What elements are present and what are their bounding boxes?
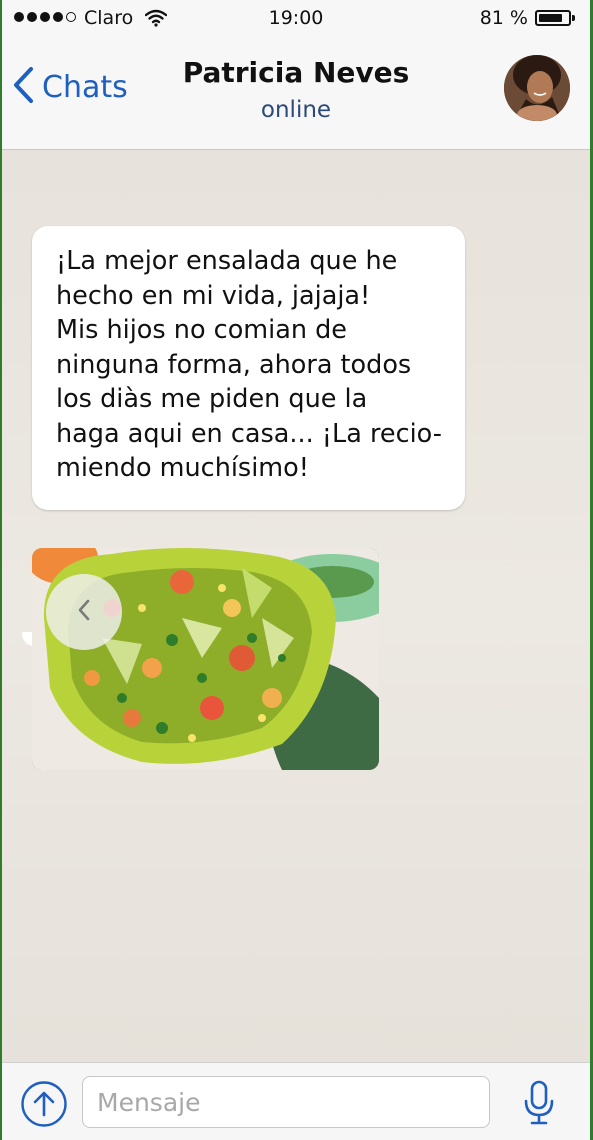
- battery-cap: [572, 15, 575, 21]
- battery-percentage: 81 %: [479, 7, 528, 29]
- battery-level-fill: [539, 14, 562, 22]
- arrow-up-circle-icon: [20, 1081, 68, 1132]
- microphone-icon: [522, 1080, 556, 1131]
- battery-icon: [535, 10, 571, 26]
- chevron-left-icon: [77, 598, 91, 626]
- contact-status: online: [260, 97, 332, 123]
- contact-name[interactable]: Patricia Neves: [2, 56, 590, 89]
- conversation-area[interactable]: ¡La mejor ensalada que he hecho en mi vi…: [2, 150, 590, 1062]
- phone-screen: Claro 19:00 81 % Chats Patricia Neves on…: [0, 0, 593, 1140]
- message-text-line: miendo muchísimo!: [56, 453, 309, 483]
- message-text-line: haga aqui en casa... ¡La recio-: [56, 418, 442, 449]
- attach-button[interactable]: [20, 1080, 68, 1128]
- chat-header: Chats Patricia Neves online: [2, 38, 590, 150]
- message-composer: [2, 1062, 590, 1140]
- image-previous-button[interactable]: [46, 574, 122, 650]
- message-text-line: ¡La mejor ensalada que he: [56, 246, 398, 276]
- status-bar: Claro 19:00 81 %: [2, 0, 590, 38]
- message-text-line: hecho en mi vida, jajaja!: [56, 280, 371, 311]
- message-bubble[interactable]: ¡La mejor ensalada que he hecho en mi vi…: [32, 226, 465, 510]
- message-text-line: Mis hijos no comian de: [56, 315, 347, 345]
- contact-avatar[interactable]: [504, 55, 570, 121]
- message-text-line: ninguna forma, ahora todos: [56, 349, 412, 380]
- voice-record-button[interactable]: [522, 1079, 556, 1127]
- message-text-line: los diàs me piden que la: [56, 384, 368, 414]
- message-input[interactable]: [82, 1076, 490, 1128]
